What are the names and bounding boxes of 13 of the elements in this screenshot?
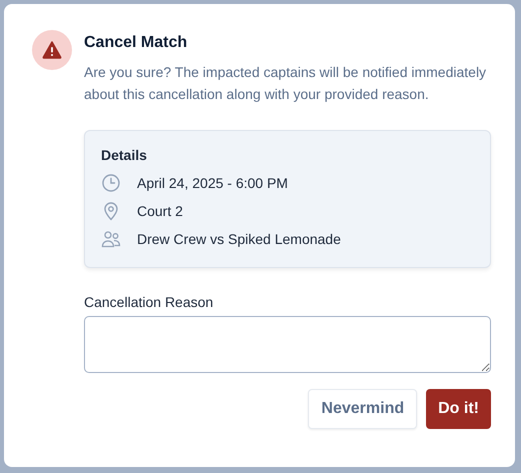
dialog-title: Cancel Match <box>84 33 188 53</box>
confirm-button[interactable]: Do it! <box>426 389 491 429</box>
users-icon <box>101 229 121 249</box>
clock-icon <box>101 173 121 193</box>
detail-text: Drew Crew vs Spiked Lemonade <box>137 231 341 247</box>
details-heading: Details <box>101 147 148 163</box>
warning-icon <box>32 30 72 70</box>
cancel-button[interactable]: Nevermind <box>308 389 418 429</box>
field-label: Cancellation Reason <box>84 294 214 310</box>
dialog-message: Are you sure? The impacted captains will be notified immediately about this cancellation along with your provided reason. <box>84 63 488 104</box>
reason-input-field[interactable] <box>84 316 491 373</box>
detail-text: April 24, 2025 - 6:00 PM <box>137 175 288 191</box>
detail-text: Court 2 <box>137 203 183 219</box>
